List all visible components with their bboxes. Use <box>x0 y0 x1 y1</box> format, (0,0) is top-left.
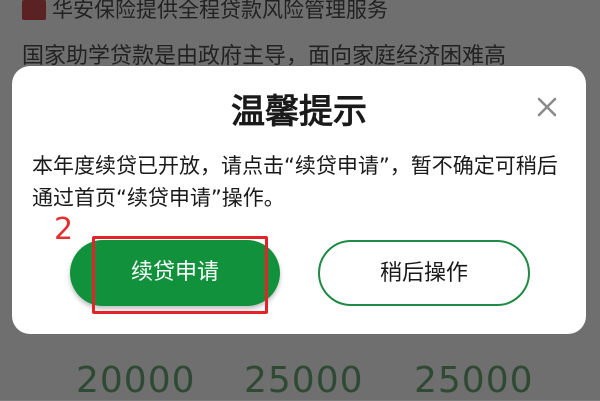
close-button[interactable] <box>530 90 564 124</box>
background-amounts: 20000 25000 25000 <box>0 360 600 401</box>
brand-logo-icon <box>22 0 46 20</box>
step-annotation-label: 2 <box>54 212 74 247</box>
later-button[interactable]: 稍后操作 <box>318 240 530 306</box>
renew-loan-apply-button[interactable]: 续贷申请 <box>70 240 280 306</box>
amount-option: 25000 <box>244 360 364 401</box>
amount-option: 25000 <box>414 360 534 401</box>
dialog-title: 温馨提示 <box>231 92 367 132</box>
background-header-text: 华安保险提供全程贷款风险管理服务 <box>52 0 388 22</box>
close-icon <box>537 97 557 117</box>
background-header: 华安保险提供全程贷款风险管理服务 <box>0 0 600 26</box>
amount-option: 20000 <box>76 360 196 401</box>
tip-dialog: 温馨提示 本年度续贷已开放，请点击“续贷申请”，暂不确定可稍后通过首页“续贷申请… <box>12 66 586 334</box>
dialog-message: 本年度续贷已开放，请点击“续贷申请”，暂不确定可稍后通过首页“续贷申请”操作。 <box>32 154 558 210</box>
